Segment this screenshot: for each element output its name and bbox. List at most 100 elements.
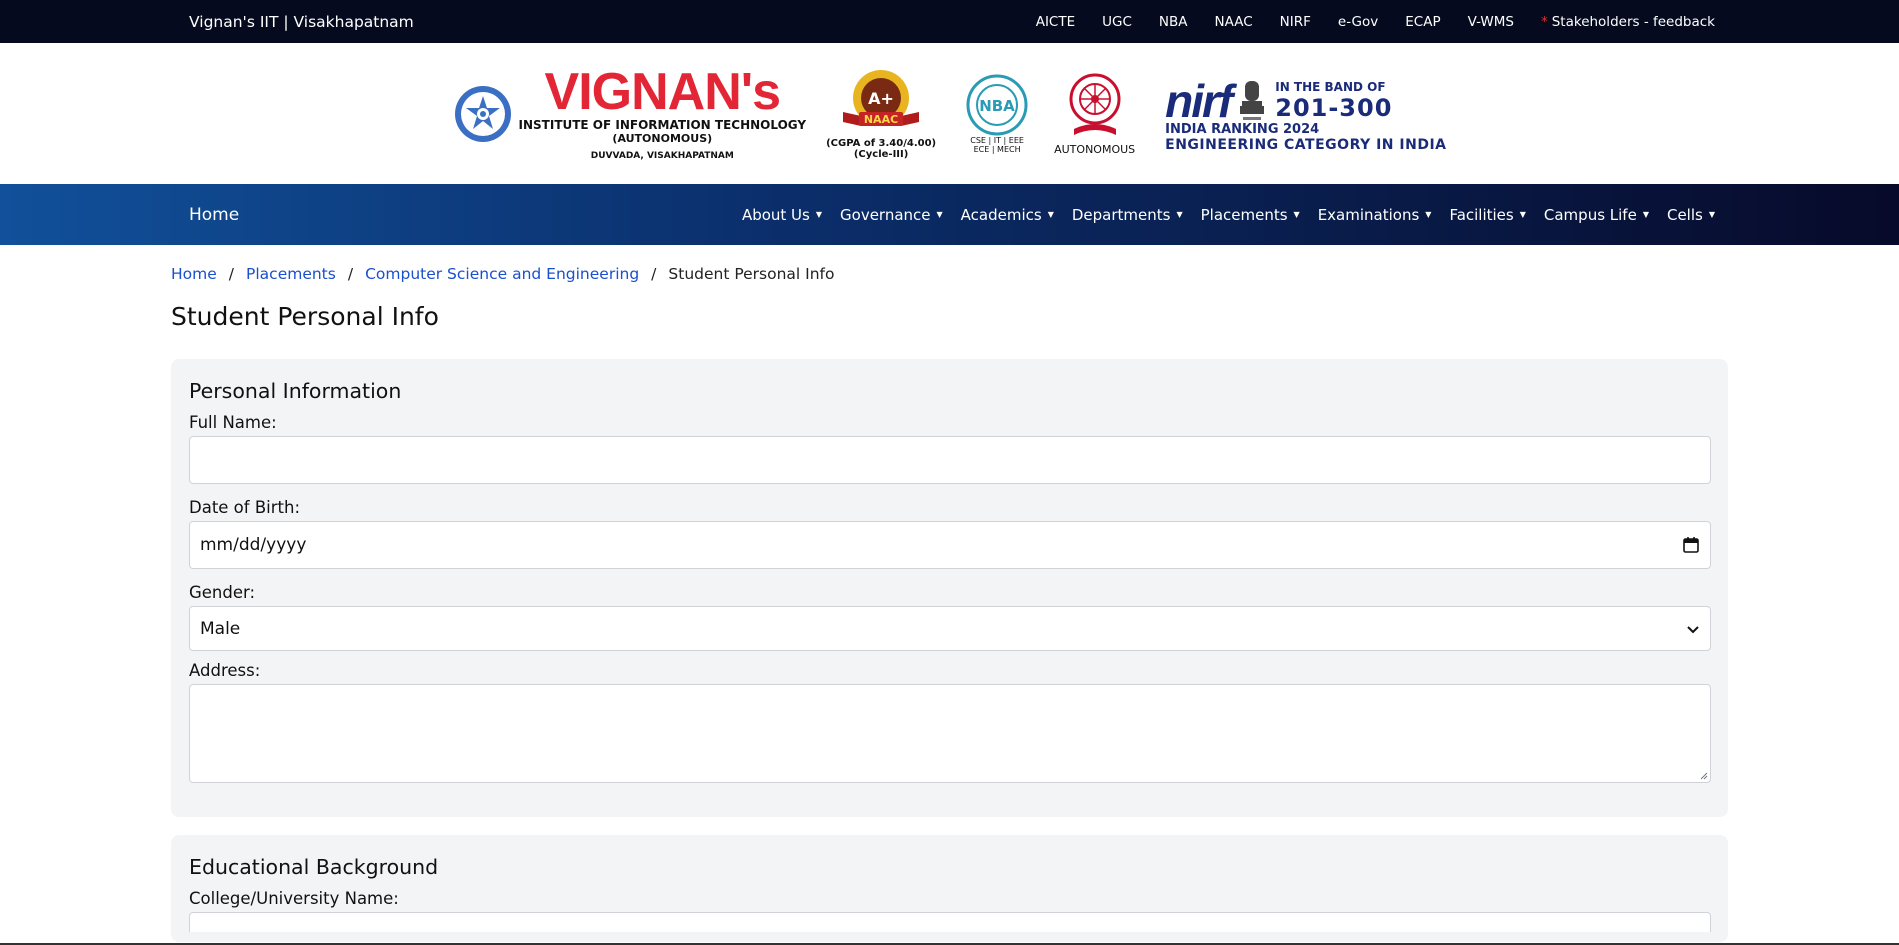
caret-down-icon: ▼ xyxy=(1708,210,1715,219)
main-nav: Home About Us ▼ Governance ▼ Academics ▼ De… xyxy=(0,184,1899,245)
naac-grade: A+ xyxy=(868,89,894,108)
top-bar: Vignan's IIT | Visakhapatnam AICTE UGC N… xyxy=(0,0,1899,43)
nav-item-label: Campus Life xyxy=(1543,205,1637,224)
breadcrumb-current: Student Personal Info xyxy=(668,265,835,283)
nav-item-label: Examinations xyxy=(1317,205,1420,224)
top-link-ecap[interactable]: ECAP xyxy=(1405,14,1440,30)
top-link-nirf[interactable]: NIRF xyxy=(1280,14,1311,30)
chevron-down-icon xyxy=(1687,625,1699,633)
caret-down-icon: ▼ xyxy=(1519,210,1526,219)
nav-item-campus-life[interactable]: Campus Life ▼ xyxy=(1544,206,1649,224)
naac-seal-icon: A+ NAAC xyxy=(843,69,920,126)
feedback-label: Stakeholders - feedback xyxy=(1551,13,1715,30)
nirf-badge: nirf IN THE BAND OF 201-300 INDIA RANKIN… xyxy=(1165,74,1446,153)
address-label: Address: xyxy=(189,661,261,680)
education-heading: Educational Background xyxy=(189,855,439,879)
nav-item-governance[interactable]: Governance ▼ xyxy=(840,206,943,224)
logo-strip: VIGNAN's INSTITUTE OF INFORMATION TECHNO… xyxy=(0,43,1899,184)
breadcrumb-placements[interactable]: Placements xyxy=(246,265,336,283)
caret-down-icon: ▼ xyxy=(1425,210,1432,219)
nav-item-label: Governance xyxy=(840,205,931,224)
caret-down-icon: ▼ xyxy=(936,210,943,219)
dob-input[interactable]: mm/dd/yyyy xyxy=(189,521,1711,569)
vignan-sub3: DUVVADA, VISAKHAPATNAM xyxy=(590,151,734,161)
gender-label: Gender: xyxy=(189,583,256,602)
nav-item-examinations[interactable]: Examinations ▼ xyxy=(1318,206,1432,224)
nav-item-label: Cells xyxy=(1666,205,1703,224)
breadcrumb-separator: / xyxy=(228,265,235,283)
top-link-feedback[interactable]: * Stakeholders - feedback xyxy=(1541,14,1715,30)
breadcrumb-home[interactable]: Home xyxy=(171,265,217,283)
naac-caption-2: (Cycle-III) xyxy=(853,148,909,160)
nav-item-cells[interactable]: Cells ▼ xyxy=(1667,206,1715,224)
top-link-aicte[interactable]: AICTE xyxy=(1036,14,1075,30)
gender-value: Male xyxy=(200,618,241,639)
nba-label: NBA xyxy=(979,97,1015,115)
breadcrumb-separator: / xyxy=(651,265,657,283)
breadcrumb-separator: / xyxy=(347,265,354,283)
dob-label: Date of Birth: xyxy=(189,498,301,517)
resize-handle-icon[interactable] xyxy=(1698,770,1708,780)
nav-item-departments[interactable]: Departments ▼ xyxy=(1072,206,1183,224)
vignan-name: VIGNAN's xyxy=(544,63,782,121)
vignan-emblem-icon xyxy=(454,85,511,142)
vignan-sub1: INSTITUTE OF INFORMATION TECHNOLOGY xyxy=(518,118,807,132)
nav-item-placements[interactable]: Placements ▼ xyxy=(1201,206,1300,224)
top-link-egov[interactable]: e-Gov xyxy=(1338,14,1378,30)
ugc-seal-icon xyxy=(1069,73,1121,135)
personal-info-card: Personal Information Full Name: Date of … xyxy=(171,359,1728,817)
caret-down-icon: ▼ xyxy=(1047,210,1054,219)
college-label: College/University Name: xyxy=(189,889,399,908)
top-link-ugc[interactable]: UGC xyxy=(1102,14,1132,30)
college-input[interactable] xyxy=(189,912,1711,932)
nav-item-label: Placements xyxy=(1200,205,1288,224)
nba-caption-1: CSE | IT | EEE xyxy=(970,135,1024,145)
breadcrumb: Home / Placements / Computer Science and… xyxy=(171,265,1728,283)
caret-down-icon: ▼ xyxy=(1642,210,1649,219)
nav-item-label: About Us xyxy=(741,205,810,224)
caret-down-icon: ▼ xyxy=(815,210,823,219)
top-link-nba[interactable]: NBA xyxy=(1159,14,1188,30)
nirf-category-label: ENGINEERING CATEGORY IN INDIA xyxy=(1165,137,1447,153)
page-title: Student Personal Info xyxy=(171,302,439,331)
nav-item-facilities[interactable]: Facilities ▼ xyxy=(1449,206,1525,224)
education-card: Educational Background College/Universit… xyxy=(171,835,1728,942)
national-emblem-icon xyxy=(1240,81,1265,120)
main-content: Home / Placements / Computer Science and… xyxy=(0,265,1899,942)
naac-badge: A+ NAAC (CGPA of 3.40/4.00) (Cycle-III) xyxy=(826,68,936,160)
dob-placeholder: mm/dd/yyyy xyxy=(200,535,307,555)
nav-item-label: Academics xyxy=(960,205,1042,224)
nav-home[interactable]: Home xyxy=(189,205,239,225)
naac-caption-1: (CGPA of 3.40/4.00) xyxy=(826,137,937,149)
ugc-caption: AUTONOMOUS xyxy=(1054,143,1136,156)
nav-item-label: Facilities xyxy=(1449,205,1514,224)
nba-badge: NBA CSE | IT | EEE ECE | MECH xyxy=(966,74,1028,154)
nirf-ranking-label: INDIA RANKING 2024 xyxy=(1165,122,1320,137)
caret-down-icon: ▼ xyxy=(1176,210,1183,219)
nav-item-academics[interactable]: Academics ▼ xyxy=(961,206,1054,224)
breadcrumb-department[interactable]: Computer Science and Engineering xyxy=(365,265,639,283)
top-link-vwms[interactable]: V-WMS xyxy=(1468,14,1514,30)
top-link-naac[interactable]: NAAC xyxy=(1215,14,1253,30)
gender-select[interactable]: Male xyxy=(189,606,1711,651)
nba-caption-2: ECE | MECH xyxy=(973,144,1021,154)
nav-item-label: Departments xyxy=(1071,205,1171,224)
nav-item-about-us[interactable]: About Us ▼ xyxy=(742,206,822,224)
calendar-icon[interactable] xyxy=(1682,536,1700,554)
top-links: AICTE UGC NBA NAAC NIRF e-Gov ECAP V-WMS… xyxy=(1009,14,1715,30)
nirf-band-value: 201-300 xyxy=(1275,94,1393,122)
vignan-sub2: (AUTONOMOUS) xyxy=(612,132,713,145)
full-name-label: Full Name: xyxy=(189,413,277,432)
vignan-logo[interactable]: VIGNAN's INSTITUTE OF INFORMATION TECHNO… xyxy=(453,63,807,161)
nav-menu: About Us ▼ Governance ▼ Academics ▼ Departm… xyxy=(724,206,1715,224)
full-name-input[interactable] xyxy=(189,436,1711,484)
site-name: Vignan's IIT | Visakhapatnam xyxy=(189,12,414,31)
address-textarea[interactable] xyxy=(189,684,1711,783)
caret-down-icon: ▼ xyxy=(1293,210,1300,219)
naac-label: NAAC xyxy=(864,113,898,126)
nirf-band-label: IN THE BAND OF xyxy=(1275,80,1386,94)
personal-info-heading: Personal Information xyxy=(189,379,402,403)
nirf-word: nirf xyxy=(1165,75,1233,127)
asterisk-icon: * xyxy=(1540,13,1548,30)
nba-seal-icon: NBA xyxy=(966,74,1028,135)
